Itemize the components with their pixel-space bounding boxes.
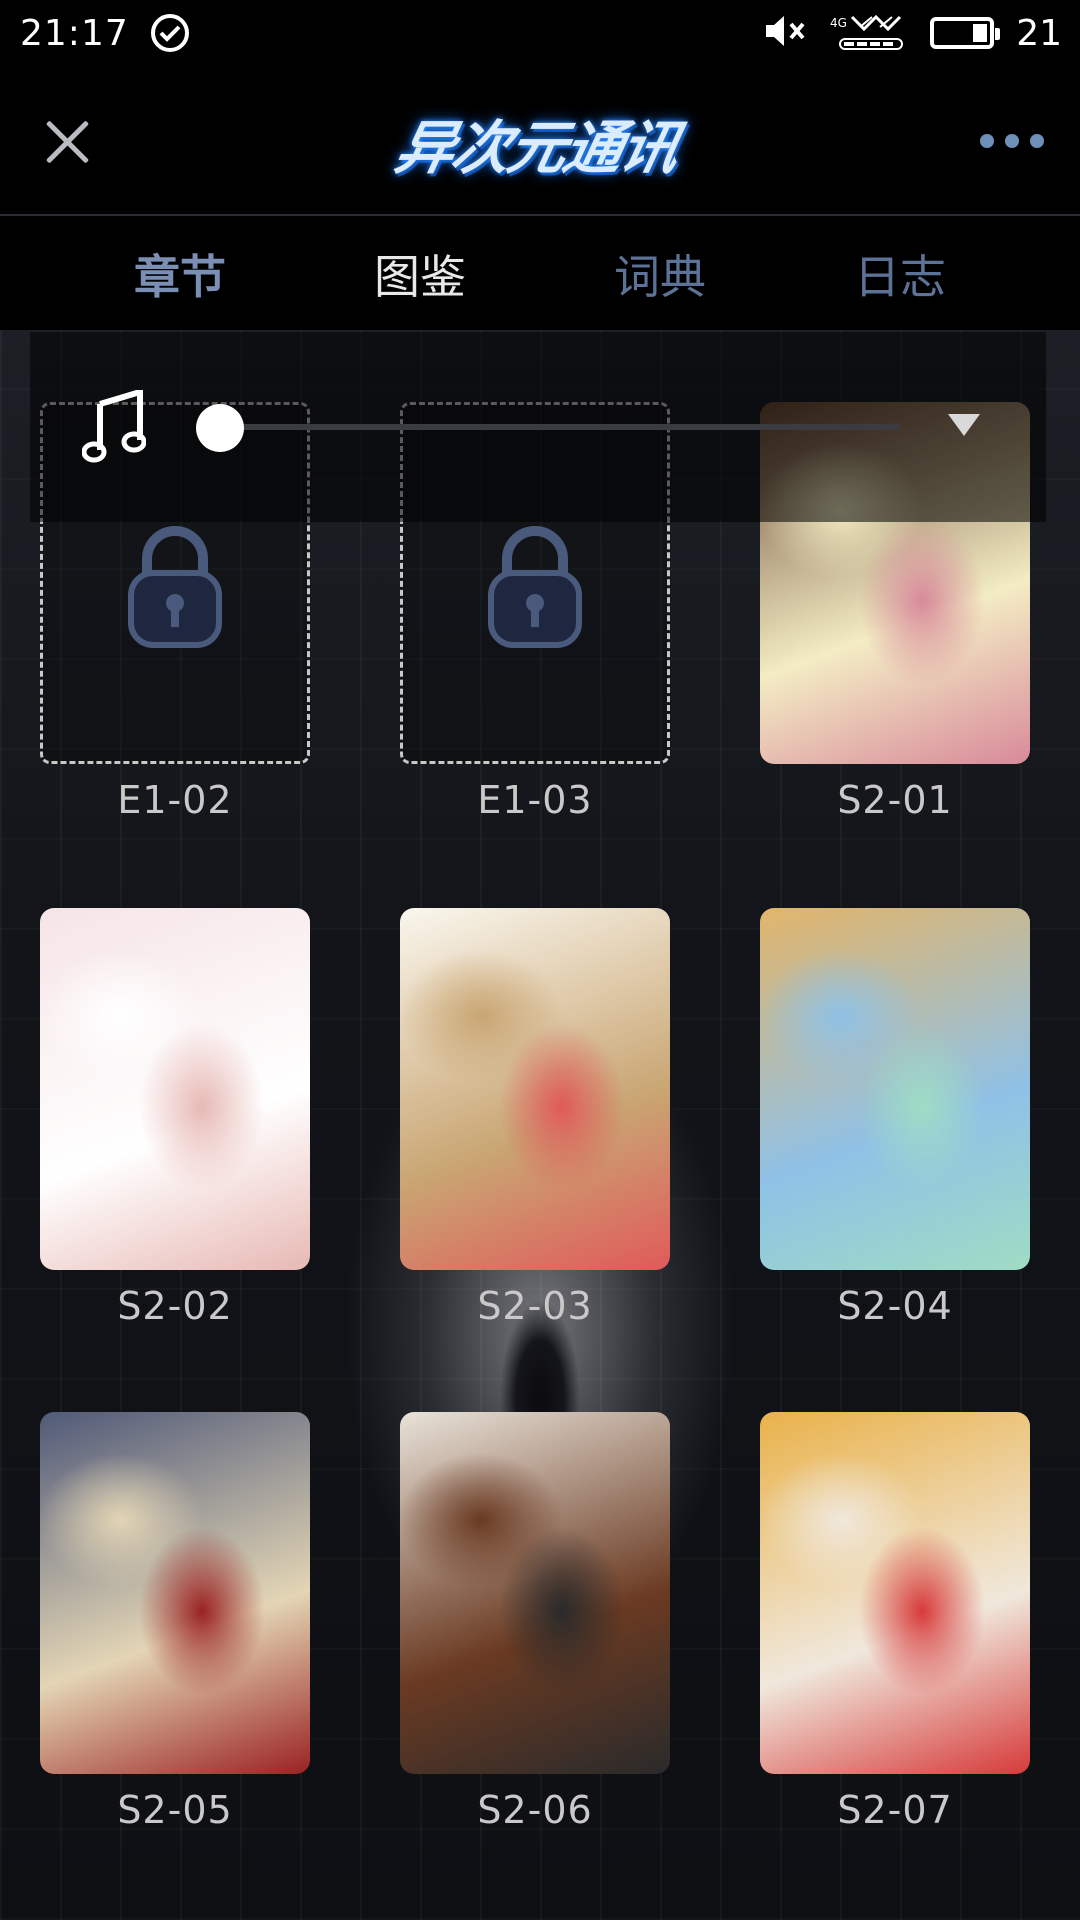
card-label: S2-02 — [117, 1284, 233, 1328]
gallery-card[interactable] — [760, 908, 1030, 1270]
card-artwork-image — [760, 908, 1030, 1270]
card-label: S2-05 — [117, 1788, 233, 1832]
card-artwork-image — [400, 908, 670, 1270]
status-time: 21:17 — [20, 12, 129, 54]
card-artwork-image — [760, 1412, 1030, 1774]
gallery-card[interactable] — [400, 1412, 670, 1774]
more-button[interactable] — [980, 132, 1044, 150]
card-label: S2-06 — [477, 1788, 593, 1832]
tab-gallery[interactable]: 图鉴 — [300, 241, 540, 307]
tab-chapters[interactable]: 章节 — [60, 241, 300, 307]
more-dot — [1005, 134, 1019, 148]
network-type-label: 4G — [830, 16, 847, 30]
status-right: 4G 21 — [764, 12, 1062, 54]
battery-icon — [930, 17, 1001, 49]
tab-bar: 章节 图鉴 词典 日志 — [0, 218, 1080, 330]
lock-icon — [128, 526, 222, 648]
dropdown-triangle-icon[interactable] — [948, 414, 980, 436]
gallery-card[interactable] — [40, 908, 310, 1270]
card-label: S2-07 — [837, 1788, 953, 1832]
tab-log[interactable]: 日志 — [780, 241, 1020, 307]
mute-icon — [764, 12, 808, 54]
battery-level: 21 — [1016, 12, 1062, 54]
more-dot — [1030, 134, 1044, 148]
status-left: 21:17 — [20, 13, 189, 54]
gallery-card[interactable] — [400, 908, 670, 1270]
gallery-card[interactable] — [760, 1412, 1030, 1774]
check-circle-icon — [150, 14, 189, 52]
volume-slider-thumb[interactable] — [196, 404, 244, 452]
tab-dictionary[interactable]: 词典 — [540, 241, 780, 307]
card-label: S2-03 — [477, 1284, 593, 1328]
more-dot — [980, 134, 994, 148]
card-label: S2-01 — [837, 778, 953, 822]
signal-icon: 4G — [830, 13, 908, 53]
card-label: E1-03 — [477, 778, 593, 822]
volume-slider-track[interactable] — [230, 424, 900, 430]
app-header: 异次元通讯 — [0, 66, 1080, 216]
card-artwork-image — [40, 1412, 310, 1774]
music-note-icon[interactable] — [81, 387, 147, 464]
gallery-card[interactable] — [40, 1412, 310, 1774]
card-label: S2-04 — [837, 1284, 953, 1328]
app-root: 21:17 4G 21 异次元通讯 章节 图鉴 词典 日志 E1-02 E1-0… — [0, 0, 1080, 1920]
card-label: E1-02 — [117, 778, 233, 822]
close-button[interactable] — [38, 112, 96, 170]
status-bar: 21:17 4G 21 — [0, 0, 1080, 66]
music-player-bar — [30, 332, 1046, 522]
card-artwork-image — [400, 1412, 670, 1774]
lock-icon — [488, 526, 582, 648]
app-logo-text: 异次元通讯 — [389, 114, 685, 182]
card-artwork-image — [40, 908, 310, 1270]
app-logo: 异次元通讯 — [358, 88, 718, 198]
